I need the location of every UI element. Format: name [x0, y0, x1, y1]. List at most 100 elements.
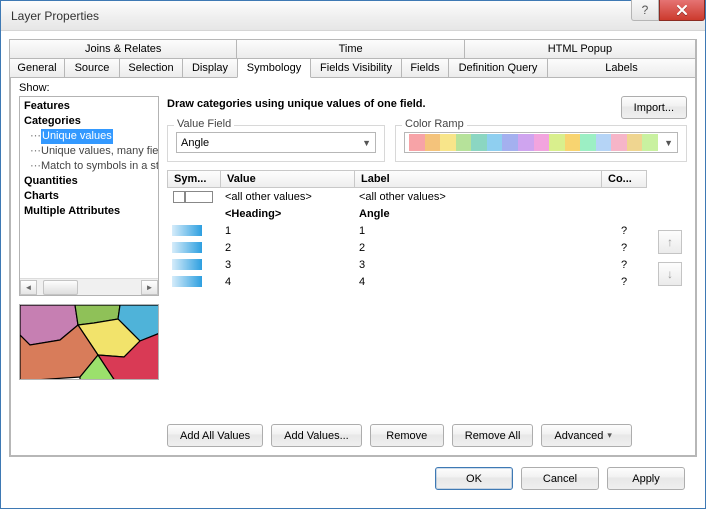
apply-button[interactable]: Apply: [607, 467, 685, 490]
tab-selection[interactable]: Selection: [119, 58, 183, 78]
cell-count: ?: [601, 276, 647, 288]
tree-item-multiple[interactable]: Multiple Attributes: [22, 204, 156, 219]
tab-frame: Joins & Relates Time HTML Popup General …: [9, 39, 697, 457]
cell-symbol: [168, 242, 221, 253]
ramp-segment: [596, 134, 612, 151]
help-button[interactable]: ?: [631, 0, 659, 21]
preview-thumbnail: [19, 304, 159, 380]
tab-symbology[interactable]: Symbology: [237, 58, 311, 78]
cell-label: 1: [355, 225, 601, 237]
desc-row: Draw categories using unique values of o…: [167, 96, 687, 119]
scroll-track[interactable]: [37, 280, 141, 295]
tree-item-unique-many[interactable]: ⋯Unique values, many fields: [22, 144, 156, 159]
dialog-footer: OK Cancel Apply: [9, 457, 697, 500]
show-tree[interactable]: Features Categories ⋯Unique values ⋯Uniq…: [19, 96, 159, 296]
symbol-swatch[interactable]: [172, 225, 202, 236]
chevron-down-icon: ▼: [664, 138, 673, 148]
add-all-values-button[interactable]: Add All Values: [167, 424, 263, 447]
table-row[interactable]: 22?: [168, 239, 647, 256]
scroll-left-icon[interactable]: ◄: [20, 280, 37, 295]
scroll-right-icon[interactable]: ►: [141, 280, 158, 295]
cell-label: 4: [355, 276, 601, 288]
col-label[interactable]: Label: [354, 170, 601, 188]
chevron-down-icon: ▼: [362, 138, 371, 148]
ramp-segment: [627, 134, 643, 151]
table-row[interactable]: <Heading>Angle: [168, 205, 647, 222]
titlebar: Layer Properties ?: [1, 1, 705, 31]
advanced-label: Advanced: [554, 430, 603, 442]
cell-symbol: [168, 276, 221, 287]
title-buttons: ?: [631, 0, 705, 21]
tree-item-categories[interactable]: Categories: [22, 114, 156, 129]
tab-time[interactable]: Time: [236, 39, 464, 59]
cell-label: <all other values>: [355, 191, 601, 203]
import-button[interactable]: Import...: [621, 96, 687, 119]
ramp-segment: [471, 134, 487, 151]
symbology-panel: Show: Features Categories ⋯Unique values…: [10, 78, 696, 456]
ramp-segment: [580, 134, 596, 151]
ramp-segment: [534, 134, 550, 151]
value-field-dropdown[interactable]: Angle ▼: [176, 132, 376, 153]
checkbox-icon[interactable]: [185, 191, 213, 203]
symbol-swatch[interactable]: [172, 276, 202, 287]
ramp-segment: [611, 134, 627, 151]
tree-item-features[interactable]: Features: [22, 99, 156, 114]
tab-display[interactable]: Display: [182, 58, 238, 78]
remove-button[interactable]: Remove: [370, 424, 444, 447]
table-row[interactable]: 44?: [168, 273, 647, 290]
remove-all-button[interactable]: Remove All: [452, 424, 534, 447]
tab-fields[interactable]: Fields: [401, 58, 449, 78]
tab-labels[interactable]: Labels: [547, 58, 696, 78]
scroll-thumb[interactable]: [43, 280, 78, 295]
ramp-segment: [456, 134, 472, 151]
close-icon: [676, 5, 688, 15]
tab-fields-visibility[interactable]: Fields Visibility: [310, 58, 402, 78]
col-count[interactable]: Co...: [601, 170, 647, 188]
add-values-button[interactable]: Add Values...: [271, 424, 362, 447]
tab-joins-relates[interactable]: Joins & Relates: [9, 39, 237, 59]
desc-text: Draw categories using unique values of o…: [167, 96, 621, 110]
grid-header: Sym... Value Label Co...: [167, 170, 647, 188]
table-row[interactable]: 33?: [168, 256, 647, 273]
tab-source[interactable]: Source: [64, 58, 120, 78]
table-row[interactable]: 11?: [168, 222, 647, 239]
cell-symbol: [168, 225, 221, 236]
tab-html-popup[interactable]: HTML Popup: [464, 39, 696, 59]
cell-label: 2: [355, 242, 601, 254]
cell-symbol: [168, 259, 221, 270]
tree-item-unique-values[interactable]: ⋯Unique values: [22, 129, 156, 144]
table-row[interactable]: <all other values><all other values>: [168, 188, 647, 205]
advanced-button[interactable]: Advanced ▾: [541, 424, 631, 447]
tree-item-quantities[interactable]: Quantities: [22, 174, 156, 189]
cell-value: <all other values>: [221, 191, 355, 203]
color-ramp-legend: Color Ramp: [402, 118, 467, 130]
close-button[interactable]: [659, 0, 705, 21]
tab-general[interactable]: General: [9, 58, 65, 78]
symbol-swatch[interactable]: [172, 242, 202, 253]
symbol-swatch[interactable]: [172, 259, 202, 270]
col-symbol[interactable]: Sym...: [167, 170, 220, 188]
tab-row-2: General Source Selection Display Symbolo…: [10, 59, 696, 78]
tab-definition-query[interactable]: Definition Query: [448, 58, 548, 78]
cancel-button[interactable]: Cancel: [521, 467, 599, 490]
cell-value: 4: [221, 276, 355, 288]
tree-item-charts[interactable]: Charts: [22, 189, 156, 204]
ok-button[interactable]: OK: [435, 467, 513, 490]
tree-item-match-style[interactable]: ⋯Match to symbols in a style: [22, 159, 156, 174]
reorder-buttons: ↑ ↓: [653, 162, 687, 416]
cell-label: Angle: [355, 208, 601, 220]
move-up-button[interactable]: ↑: [658, 230, 682, 254]
left-column: Features Categories ⋯Unique values ⋯Uniq…: [19, 96, 159, 447]
tree-inner: Features Categories ⋯Unique values ⋯Uniq…: [20, 97, 158, 221]
right-column: Draw categories using unique values of o…: [159, 96, 687, 447]
tree-h-scrollbar[interactable]: ◄ ►: [20, 278, 158, 295]
chevron-down-icon: ▾: [607, 430, 612, 441]
cell-count: ?: [601, 259, 647, 271]
col-value[interactable]: Value: [220, 170, 354, 188]
arrow-up-icon: ↑: [667, 235, 673, 249]
ramp-segment: [425, 134, 441, 151]
cell-symbol: [168, 191, 221, 203]
tab-rows: Joins & Relates Time HTML Popup General …: [10, 40, 696, 78]
color-ramp-dropdown[interactable]: ▼: [404, 132, 678, 153]
move-down-button[interactable]: ↓: [658, 262, 682, 286]
